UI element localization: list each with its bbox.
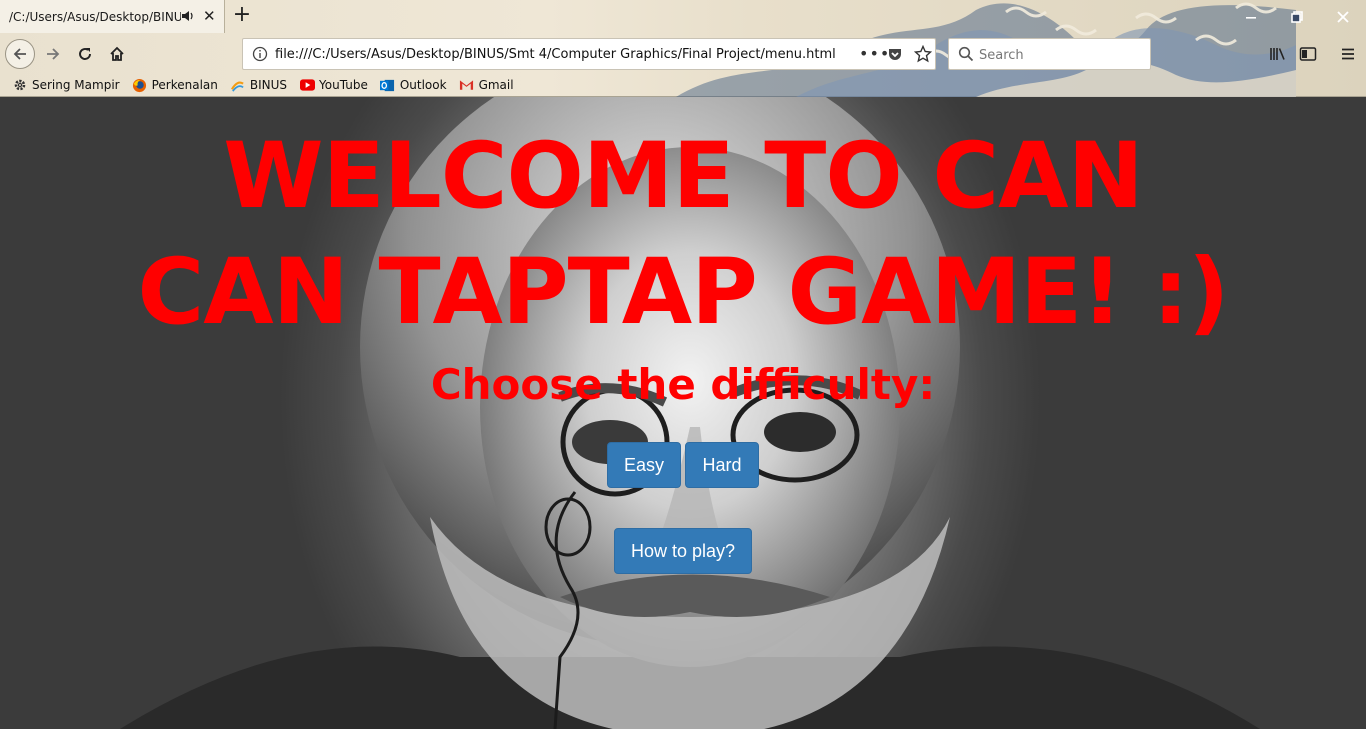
restore-icon <box>1291 10 1303 23</box>
close-window-button[interactable] <box>1320 0 1366 33</box>
bookmark-sering-mampir[interactable]: Sering Mampir <box>12 77 120 93</box>
bookmark-label: Outlook <box>399 78 447 92</box>
sidebar-button[interactable] <box>1293 39 1323 69</box>
hamburger-menu-icon <box>1342 48 1354 60</box>
easy-button[interactable]: Easy <box>607 442 681 488</box>
youtube-icon <box>299 77 315 93</box>
page-content: WELCOME TO CAN CAN TAPTAP GAME! :) Choos… <box>0 97 1366 729</box>
binus-icon <box>230 77 246 93</box>
bookmark-label: Sering Mampir <box>32 78 120 92</box>
bookmarks-toolbar: Sering Mampir Perkenalan BINUS YouTube O… <box>0 74 1366 96</box>
bookmark-star-icon[interactable] <box>913 44 933 67</box>
hard-button[interactable]: Hard <box>685 442 759 488</box>
bookmark-label: Perkenalan <box>151 78 218 92</box>
forward-button[interactable] <box>38 39 68 69</box>
gear-icon <box>12 77 28 93</box>
search-bar[interactable] <box>948 38 1151 70</box>
restore-button[interactable] <box>1274 0 1320 33</box>
library-button[interactable] <box>1263 39 1293 69</box>
firefox-icon <box>132 77 148 93</box>
page-actions-icon[interactable]: ••• <box>859 44 890 63</box>
sidebar-icon <box>1299 47 1317 61</box>
back-arrow-icon <box>13 48 26 60</box>
tab-bar: /C:/Users/Asus/Desktop/BINUS/ ✕ + <box>0 0 1366 33</box>
back-button[interactable] <box>5 39 35 69</box>
reload-icon <box>79 48 91 60</box>
bookmark-label: Gmail <box>478 78 514 92</box>
tab-title: /C:/Users/Asus/Desktop/BINUS/ <box>9 9 181 24</box>
close-tab-icon[interactable]: ✕ <box>203 8 216 24</box>
close-icon <box>1337 10 1349 23</box>
browser-chrome: /C:/Users/Asus/Desktop/BINUS/ ✕ + file:/… <box>0 0 1366 97</box>
search-input[interactable] <box>979 45 1144 65</box>
bookmark-label: BINUS <box>249 78 288 92</box>
gmail-icon <box>459 77 475 93</box>
reload-button[interactable] <box>70 39 100 69</box>
page-title: WELCOME TO CAN CAN TAPTAP GAME! :) <box>137 124 1230 345</box>
bookmark-gmail[interactable]: Gmail <box>459 77 514 93</box>
pocket-icon[interactable] <box>887 46 903 66</box>
info-icon[interactable] <box>252 46 268 66</box>
address-bar[interactable]: file:///C:/Users/Asus/Desktop/BINUS/Smt … <box>242 38 936 70</box>
speaker-icon[interactable] <box>181 9 195 26</box>
tab-active[interactable]: /C:/Users/Asus/Desktop/BINUS/ ✕ <box>0 0 225 33</box>
navigation-bar: file:///C:/Users/Asus/Desktop/BINUS/Smt … <box>0 35 1366 73</box>
how-to-play-button[interactable]: How to play? <box>614 528 752 574</box>
home-button[interactable] <box>102 39 132 69</box>
bookmark-youtube[interactable]: YouTube <box>299 77 368 93</box>
bookmark-binus[interactable]: BINUS <box>230 77 287 93</box>
search-icon <box>958 46 974 66</box>
bookmark-perkenalan[interactable]: Perkenalan <box>132 77 218 93</box>
url-text[interactable]: file:///C:/Users/Asus/Desktop/BINUS/Smt … <box>275 47 836 62</box>
bookmark-outlook[interactable]: Outlook <box>380 77 447 93</box>
home-icon <box>110 46 124 61</box>
menu-button[interactable] <box>1333 39 1363 69</box>
library-icon <box>1270 48 1285 60</box>
minimize-button[interactable] <box>1228 0 1274 33</box>
difficulty-prompt: Choose the difficulty: <box>430 360 936 409</box>
forward-arrow-icon <box>47 48 60 60</box>
outlook-icon <box>380 77 396 93</box>
minimize-icon <box>1246 16 1256 19</box>
bookmark-label: YouTube <box>319 78 368 92</box>
new-tab-button[interactable]: + <box>231 4 253 28</box>
